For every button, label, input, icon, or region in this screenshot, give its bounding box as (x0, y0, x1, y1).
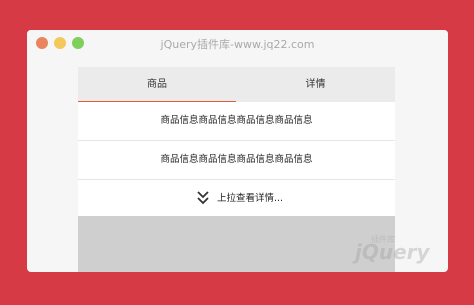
pull-up-label: 上拉查看详情... (217, 193, 284, 204)
list-item: 商品信息商品信息商品信息商品信息 (78, 141, 395, 180)
window-title: jQuery插件库-www.jq22.com (160, 38, 315, 51)
double-chevron-down-icon (197, 191, 209, 205)
tab-product[interactable]: 商品 (78, 67, 236, 102)
watermark-small-text: 插件库 (371, 235, 395, 244)
jq22-watermark-logo: jQuery 插件库 (343, 228, 443, 268)
list-item: 商品信息商品信息商品信息商品信息 (78, 102, 395, 141)
pull-up-more[interactable]: 上拉查看详情... (78, 180, 395, 216)
tab-details[interactable]: 详情 (236, 67, 395, 102)
window-titlebar: jQuery插件库-www.jq22.com (27, 30, 448, 56)
tab-bar: 商品 详情 (78, 67, 395, 102)
